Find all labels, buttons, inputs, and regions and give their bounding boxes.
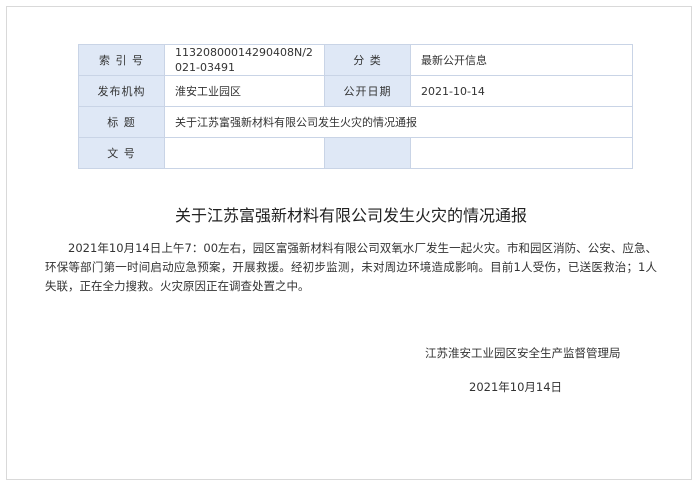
document-frame: 索 引 号 11320800014290408N/2021-03491 分 类 …	[6, 6, 692, 480]
publish-date-label: 公开日期	[324, 75, 411, 107]
index-value: 11320800014290408N/2021-03491	[164, 44, 325, 76]
table-row: 文 号	[78, 137, 633, 169]
publisher-value: 淮安工业园区	[164, 75, 325, 107]
index-label: 索 引 号	[78, 44, 165, 76]
table-row: 标 题 关于江苏富强新材料有限公司发生火灾的情况通报	[78, 106, 633, 138]
publish-date-value: 2021-10-14	[410, 75, 633, 107]
category-value: 最新公开信息	[410, 44, 633, 76]
metadata-table: 索 引 号 11320800014290408N/2021-03491 分 类 …	[78, 44, 633, 169]
publisher-label: 发布机构	[78, 75, 165, 107]
issuer-signature: 江苏淮安工业园区安全生产监督管理局	[425, 346, 621, 360]
subject-label: 标 题	[78, 106, 165, 138]
table-row: 发布机构 淮安工业园区 公开日期 2021-10-14	[78, 75, 633, 107]
table-row: 索 引 号 11320800014290408N/2021-03491 分 类 …	[78, 44, 633, 76]
empty-label-cell	[324, 137, 411, 169]
doc-number-value	[164, 137, 325, 169]
subject-value: 关于江苏富强新材料有限公司发生火灾的情况通报	[164, 106, 633, 138]
article-date: 2021年10月14日	[469, 380, 563, 394]
article-body: 2021年10月14日上午7：00左右，园区富强新材料有限公司双氧水厂发生一起火…	[45, 241, 657, 293]
category-label: 分 类	[324, 44, 411, 76]
article-title: 关于江苏富强新材料有限公司发生火灾的情况通报	[174, 206, 527, 225]
doc-number-label: 文 号	[78, 137, 165, 169]
empty-value-cell	[410, 137, 633, 169]
